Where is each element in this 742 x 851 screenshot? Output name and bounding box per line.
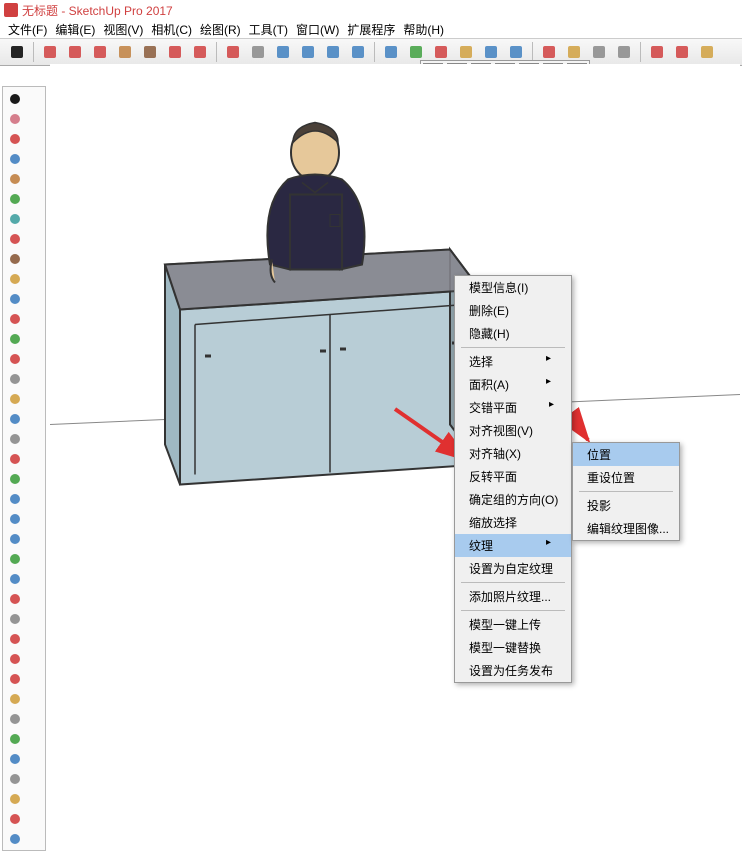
tool-person-icon[interactable] <box>5 809 24 828</box>
ctx-item-7[interactable]: 对齐视图(V) <box>455 419 571 442</box>
tool-walk-icon[interactable] <box>5 549 24 568</box>
tool-look-icon[interactable] <box>5 569 24 588</box>
paint-icon[interactable] <box>39 41 61 63</box>
ctx-item-17[interactable]: 模型一键上传 <box>455 613 571 636</box>
ctx-item-18[interactable]: 模型一键替换 <box>455 636 571 659</box>
tool-outliner-icon[interactable] <box>5 749 24 768</box>
ctx-item-10[interactable]: 确定组的方向(O) <box>455 488 571 511</box>
ctx-item-0[interactable]: 模型信息(I) <box>455 276 571 299</box>
tool-move-icon[interactable] <box>5 309 24 328</box>
menu-1[interactable]: 编辑(E) <box>51 20 99 38</box>
tool-scale-icon[interactable] <box>5 349 24 368</box>
menu-8[interactable]: 帮助(H) <box>399 20 448 38</box>
pencil-icon[interactable] <box>64 41 86 63</box>
ctx-item-9[interactable]: 反转平面 <box>455 465 571 488</box>
arc-icon[interactable] <box>89 41 111 63</box>
menu-2[interactable]: 视图(V) <box>99 20 147 38</box>
shape-icon[interactable] <box>114 41 136 63</box>
pan-icon[interactable] <box>322 41 344 63</box>
tool-zoom-icon[interactable] <box>5 529 24 548</box>
tool-arc-icon[interactable] <box>5 209 24 228</box>
main-toolbar <box>0 38 742 66</box>
tool-ext-icon[interactable] <box>5 689 24 708</box>
menu-7[interactable]: 扩展程序 <box>343 20 399 38</box>
context-menu-entity[interactable]: 模型信息(I)删除(E)隐藏(H) 选择面积(A)交错平面对齐视图(V)对齐轴(X… <box>454 275 572 683</box>
menu-5[interactable]: 工具(T) <box>245 20 292 38</box>
tool-pan-icon[interactable] <box>5 509 24 528</box>
tool-rect-icon[interactable] <box>5 169 24 188</box>
ctx-item-12[interactable]: 纹理 <box>455 534 571 557</box>
tool-follow-icon[interactable] <box>5 269 24 288</box>
zoom-ext-icon[interactable] <box>380 41 402 63</box>
tool-orbit-icon[interactable] <box>5 489 24 508</box>
app-icon <box>4 3 18 17</box>
tool-sandbox-icon[interactable] <box>5 709 24 728</box>
tool-solid-icon[interactable] <box>5 729 24 748</box>
menu-0[interactable]: 文件(F) <box>4 20 51 38</box>
tool-circle-icon[interactable] <box>5 189 24 208</box>
tool-find-icon[interactable] <box>5 769 24 788</box>
menu-bar: 文件(F)编辑(E)视图(V)相机(C)绘图(R)工具(T)窗口(W)扩展程序帮… <box>0 20 742 38</box>
ctx-item-6[interactable]: 交错平面 <box>455 396 571 419</box>
tool-tape-icon[interactable] <box>5 369 24 388</box>
select-icon[interactable] <box>6 41 28 63</box>
record-icon[interactable] <box>671 41 693 63</box>
ctx-item-19[interactable]: 设置为任务发布 <box>455 659 571 682</box>
rotate-icon[interactable] <box>189 41 211 63</box>
tool-scale2-icon[interactable] <box>5 789 24 808</box>
tool-dim-icon[interactable] <box>5 429 24 448</box>
tool-sample-icon[interactable] <box>5 609 24 628</box>
tool-rotate-icon[interactable] <box>5 329 24 348</box>
subctx-item-4[interactable]: 编辑纹理图像... <box>573 517 679 540</box>
title-bar: 无标题 - SketchUp Pro 2017 <box>0 0 742 20</box>
tool-share-icon[interactable] <box>5 669 24 688</box>
context-submenu-texture[interactable]: 位置重设位置投影编辑纹理图像... <box>572 442 680 541</box>
tool-paint-icon[interactable] <box>5 589 24 608</box>
window-title: 无标题 - SketchUp Pro 2017 <box>22 2 173 19</box>
tool-select-icon[interactable] <box>5 89 24 108</box>
subctx-item-0[interactable]: 位置 <box>573 443 679 466</box>
tool-pencil-icon[interactable] <box>5 129 24 148</box>
tool-push-icon[interactable] <box>5 249 24 268</box>
ctx-item-4[interactable]: 选择 <box>455 350 571 373</box>
tool-eraser-icon[interactable] <box>5 109 24 128</box>
menu-6[interactable]: 窗口(W) <box>292 20 343 38</box>
tool-layers2-icon[interactable] <box>5 829 24 848</box>
tool-text-icon[interactable] <box>5 409 24 428</box>
tool-palette <box>2 86 46 851</box>
tool-protractor-icon[interactable] <box>5 389 24 408</box>
text-icon[interactable] <box>272 41 294 63</box>
menu-4[interactable]: 绘图(R) <box>196 20 245 38</box>
subctx-item-3[interactable]: 投影 <box>573 494 679 517</box>
ctx-item-1[interactable]: 删除(E) <box>455 299 571 322</box>
ctx-item-11[interactable]: 缩放选择 <box>455 511 571 534</box>
tool-3d-icon[interactable] <box>5 629 24 648</box>
tool-axes-icon[interactable] <box>5 449 24 468</box>
ctx-item-15[interactable]: 添加照片纹理... <box>455 585 571 608</box>
tool-offset-icon[interactable] <box>5 289 24 308</box>
tool-section-icon[interactable] <box>5 469 24 488</box>
scale-icon[interactable] <box>222 41 244 63</box>
print-icon[interactable] <box>588 41 610 63</box>
tool-warehouse-icon[interactable] <box>5 649 24 668</box>
tool-line-icon[interactable] <box>5 149 24 168</box>
help-icon[interactable] <box>696 41 718 63</box>
tool-arc2-icon[interactable] <box>5 229 24 248</box>
subctx-item-1[interactable]: 重设位置 <box>573 466 679 489</box>
cloud-icon[interactable] <box>646 41 668 63</box>
zoom-icon[interactable] <box>347 41 369 63</box>
menu-3[interactable]: 相机(C) <box>147 20 196 38</box>
ctx-item-13[interactable]: 设置为自定纹理 <box>455 557 571 580</box>
ctx-item-2[interactable]: 隐藏(H) <box>455 322 571 345</box>
settings-icon[interactable] <box>613 41 635 63</box>
push-icon[interactable] <box>139 41 161 63</box>
move-icon[interactable] <box>164 41 186 63</box>
ctx-item-8[interactable]: 对齐轴(X) <box>455 442 571 465</box>
tape-icon[interactable] <box>247 41 269 63</box>
ctx-item-5[interactable]: 面积(A) <box>455 373 571 396</box>
orbit-icon[interactable] <box>297 41 319 63</box>
